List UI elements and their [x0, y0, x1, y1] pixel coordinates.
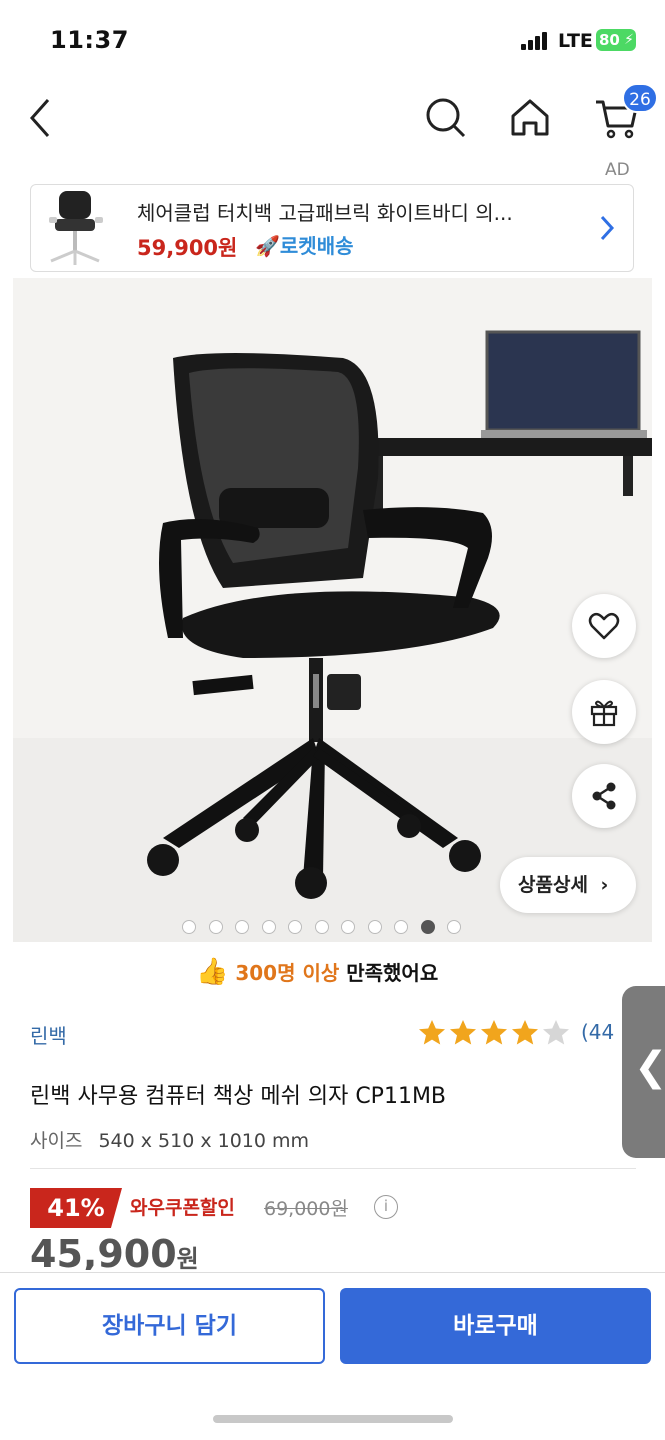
gallery-dot[interactable]: [420, 920, 435, 934]
gallery-dot[interactable]: [288, 920, 302, 934]
chevron-left-icon: ❮: [634, 1044, 665, 1090]
back-arrow-icon[interactable]: [26, 96, 56, 140]
gallery-dot[interactable]: [261, 920, 276, 934]
coupon-discount-label: 와우쿠폰할인: [130, 1197, 235, 1219]
star-icon: [543, 1020, 569, 1045]
home-indicator[interactable]: [213, 1415, 453, 1423]
rocket-icon: 🚀: [255, 234, 280, 258]
search-icon[interactable]: [422, 94, 470, 142]
size-row: 사이즈 540 x 510 x 1010 mm: [30, 1126, 309, 1153]
info-icon[interactable]: i: [374, 1195, 398, 1219]
original-price: 69,000원: [264, 1198, 348, 1220]
battery-icon: 80 ⚡: [596, 29, 636, 51]
gallery-dot[interactable]: [314, 920, 329, 934]
gift-icon: [590, 700, 618, 727]
sale-price: 45,900원: [30, 1232, 199, 1270]
gallery-dot[interactable]: [341, 920, 355, 934]
star-icon: [512, 1020, 538, 1045]
brand-link[interactable]: 린백: [30, 1020, 67, 1049]
chevron-right-icon: [600, 215, 615, 241]
gallery-dot[interactable]: [208, 920, 223, 934]
share-button[interactable]: [572, 764, 636, 828]
ad-product-title: 체어클럽 터치백 고급패브릭 화이트바디 의...: [137, 201, 513, 225]
product-image-gallery[interactable]: [13, 278, 652, 942]
rating-count[interactable]: (44: [581, 1020, 614, 1044]
home-icon[interactable]: [506, 94, 554, 142]
star-icon: [450, 1020, 476, 1045]
thumbs-up-icon: 👍: [196, 957, 229, 987]
gift-button[interactable]: [572, 680, 636, 744]
share-icon: [592, 782, 616, 810]
ad-banner[interactable]: 체어클럽 터치백 고급패브릭 화이트바디 의... 59,900원 🚀로켓배송: [30, 184, 634, 272]
side-panel-handle[interactable]: ❮: [622, 986, 665, 1158]
ad-label: AD: [605, 160, 630, 180]
rocket-delivery-label: 🚀로켓배송: [255, 230, 354, 259]
ad-product-thumbnail: [49, 191, 103, 265]
rocket-delivery-text: 로켓배송: [279, 234, 354, 258]
satisfaction-banner: 👍 300명 이상 만족했어요: [196, 954, 438, 990]
product-title: 린백 사무용 컴퓨터 책상 메쉬 의자 CP11MB: [30, 1084, 447, 1109]
satisfaction-count: 300명 이상: [235, 961, 340, 985]
charging-icon: ⚡: [624, 32, 634, 48]
signal-icon: [521, 32, 551, 50]
gallery-dot[interactable]: [235, 920, 249, 934]
divider: [30, 1168, 636, 1169]
status-bar: 11:37 LTE 80 ⚡: [0, 0, 665, 80]
star-icon: [419, 1020, 445, 1045]
product-detail-label: 상품상세: [518, 874, 588, 896]
discount-badge: 41%: [30, 1188, 122, 1228]
top-nav: [0, 80, 665, 160]
gallery-dot[interactable]: [394, 920, 408, 934]
product-photo: [13, 278, 652, 942]
battery-level: 80: [599, 31, 620, 49]
chevron-right-icon: ›: [600, 874, 609, 896]
satisfaction-text: 만족했어요: [346, 961, 439, 985]
gallery-dot[interactable]: [182, 920, 196, 934]
buy-now-button[interactable]: 바로구매: [340, 1288, 651, 1364]
gallery-dot[interactable]: [367, 920, 382, 934]
star-icon: [481, 1020, 507, 1045]
ad-product-price: 59,900원: [137, 236, 238, 260]
network-label: LTE: [558, 30, 593, 52]
status-time: 11:37: [50, 26, 129, 54]
cart-count-badge: 26: [622, 83, 658, 113]
size-value: 540 x 510 x 1010 mm: [98, 1130, 310, 1152]
gallery-dot[interactable]: [447, 920, 461, 934]
add-to-cart-button[interactable]: 장바구니 담기: [14, 1288, 325, 1364]
product-detail-button[interactable]: 상품상세 ›: [500, 857, 636, 913]
size-label: 사이즈: [30, 1130, 83, 1152]
wishlist-button[interactable]: [572, 594, 636, 658]
sale-price-unit: 원: [176, 1245, 199, 1270]
heart-icon: [588, 612, 620, 640]
sale-price-value: 45,900: [30, 1232, 177, 1270]
